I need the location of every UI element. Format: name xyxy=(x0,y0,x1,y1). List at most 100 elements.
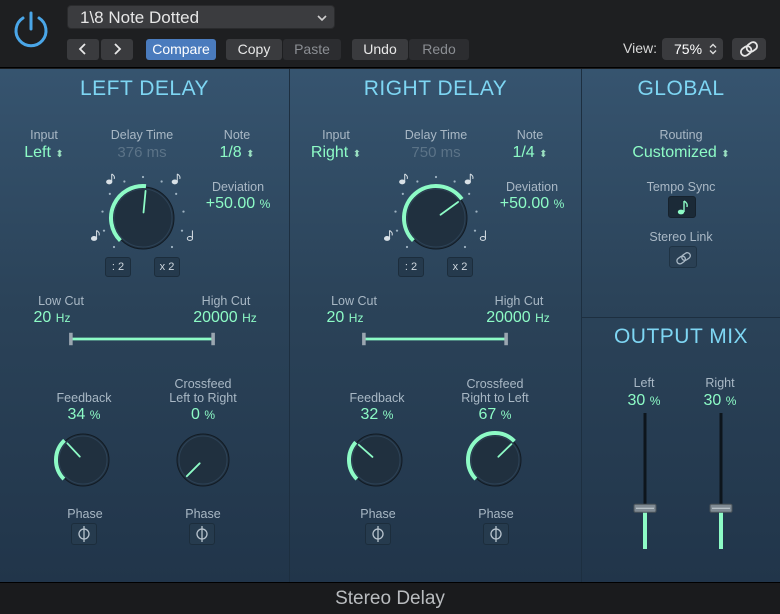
note-value-icon xyxy=(464,173,474,185)
left-deviation-label: Deviation xyxy=(211,180,265,194)
previous-preset-button[interactable] xyxy=(67,39,99,60)
left-note-select[interactable]: 1/8 ⬍ xyxy=(207,144,267,162)
right-cut-range-slider[interactable] xyxy=(351,331,519,347)
left-crossfeed-phase-label: Phase xyxy=(185,507,221,521)
right-low-cut-label: Low Cut xyxy=(331,294,377,308)
high-cut-handle xyxy=(211,332,215,346)
output-left-number: 30 xyxy=(627,392,646,409)
left-high-cut-number: 20000 xyxy=(193,309,238,326)
next-preset-button[interactable] xyxy=(101,39,133,60)
left-crossfeed-knob[interactable] xyxy=(170,427,236,493)
right-input-value: Right xyxy=(310,144,349,161)
right-feedback-number: 32 xyxy=(360,406,379,423)
routing-select[interactable]: Customized ⬍ xyxy=(582,144,780,162)
preset-name: 1\8 Note Dotted xyxy=(80,8,200,27)
right-high-cut-unit: Hz xyxy=(535,311,550,325)
stereo-link-button[interactable] xyxy=(669,246,697,268)
right-feedback-unit: % xyxy=(382,408,394,422)
output-left-label: Left xyxy=(633,376,655,390)
note-value-icon xyxy=(171,173,181,185)
copy-button[interactable]: Copy xyxy=(226,39,282,60)
left-deviation-value[interactable]: +50.00 % xyxy=(193,195,283,213)
left-feedback-value: 34 % xyxy=(44,406,124,424)
link-button[interactable] xyxy=(732,38,766,60)
knob-tick xyxy=(180,229,184,232)
knob-tick xyxy=(182,210,185,213)
knob-tick xyxy=(160,180,163,183)
right-note-select[interactable]: 1/4 ⬍ xyxy=(500,144,560,162)
left-input-label: Input xyxy=(30,128,58,142)
left-cut-range-slider[interactable] xyxy=(58,331,226,347)
up-down-arrows-icon: ⬍ xyxy=(55,149,64,160)
link-icon xyxy=(676,252,691,265)
right-feedback-knob[interactable] xyxy=(343,427,409,493)
knob-tick xyxy=(112,245,116,249)
right-high-cut-value[interactable]: 20000 Hz xyxy=(473,309,563,327)
left-feedback-knob[interactable] xyxy=(50,427,116,493)
right-phase-button[interactable] xyxy=(365,523,391,545)
right-low-cut-value[interactable]: 20 Hz xyxy=(315,309,375,327)
right-deviation-label: Deviation xyxy=(505,180,559,194)
phase-icon xyxy=(196,526,208,542)
left-deviation-unit: % xyxy=(259,197,271,211)
left-high-cut-unit: Hz xyxy=(242,311,257,325)
right-delay-title: RIGHT DELAY xyxy=(363,77,508,100)
output-left-fader[interactable] xyxy=(633,411,657,551)
knob-tick xyxy=(475,210,478,213)
tempo-sync-label: Tempo Sync xyxy=(646,180,716,194)
output-right-fader[interactable] xyxy=(709,411,733,551)
left-high-cut-value[interactable]: 20000 Hz xyxy=(180,309,270,327)
right-crossfeed-knob[interactable] xyxy=(462,427,528,493)
phase-icon xyxy=(78,526,90,542)
left-delay-time-knob[interactable] xyxy=(88,162,198,262)
view-zoom-select[interactable]: 75% xyxy=(662,38,723,60)
right-input-select[interactable]: Right ⬍ xyxy=(304,144,368,162)
redo-button[interactable]: Redo xyxy=(409,39,469,60)
right-note-value: 1/4 xyxy=(512,144,535,161)
paste-button[interactable]: Paste xyxy=(283,39,341,60)
preset-selector[interactable]: 1\8 Note Dotted xyxy=(67,5,335,29)
view-zoom-value: 75% xyxy=(674,41,703,57)
knob-tick xyxy=(102,229,106,232)
plugin-header: 1\8 Note Dotted Compare Copy Paste Undo … xyxy=(0,0,780,68)
left-delay-time-label: Delay Time xyxy=(110,128,174,142)
left-deviation-number: +50.00 xyxy=(205,195,256,212)
right-half-button[interactable]: : 2 xyxy=(398,257,424,277)
left-phase-button[interactable] xyxy=(71,523,97,545)
left-double-button[interactable]: x 2 xyxy=(154,257,180,277)
undo-button[interactable]: Undo xyxy=(352,39,408,60)
stereo-link-label: Stereo Link xyxy=(649,230,713,244)
section-divider xyxy=(289,69,290,582)
section-divider xyxy=(582,317,780,318)
knob-tick xyxy=(394,210,397,213)
knob-tick xyxy=(405,245,409,249)
routing-value: Customized xyxy=(632,144,717,161)
tempo-sync-button[interactable] xyxy=(668,196,696,218)
left-low-cut-value[interactable]: 20 Hz xyxy=(22,309,82,327)
up-down-arrows-icon: ⬍ xyxy=(352,149,362,160)
left-input-select[interactable]: Left ⬍ xyxy=(14,144,74,162)
knob-tick xyxy=(473,229,477,232)
knob-tick xyxy=(401,192,404,196)
knob-tick xyxy=(468,192,471,196)
left-phase-label: Phase xyxy=(67,507,103,521)
right-delay-time-label: Delay Time xyxy=(404,128,468,142)
knob-tick xyxy=(108,192,111,196)
left-crossfeed-label-2: Left to Right xyxy=(169,391,237,405)
right-deviation-value[interactable]: +50.00 % xyxy=(487,195,577,213)
right-phase-label: Phase xyxy=(360,507,396,521)
right-double-button[interactable]: x 2 xyxy=(447,257,473,277)
right-crossfeed-value: 67 % xyxy=(455,406,535,424)
note-value-icon xyxy=(186,230,194,241)
plugin-panel: LEFT DELAY Input Left ⬍ Delay Time 376 m… xyxy=(0,69,780,582)
left-half-button[interactable]: : 2 xyxy=(105,257,131,277)
knob-tick xyxy=(434,175,438,179)
right-crossfeed-phase-button[interactable] xyxy=(483,523,509,545)
power-icon[interactable] xyxy=(10,8,52,50)
low-cut-handle xyxy=(362,332,366,346)
right-delay-time-knob[interactable] xyxy=(381,162,491,262)
right-low-cut-unit: Hz xyxy=(348,311,364,325)
right-delay-time-value: 750 ms xyxy=(411,144,461,161)
compare-button[interactable]: Compare xyxy=(146,39,216,60)
left-crossfeed-phase-button[interactable] xyxy=(189,523,215,545)
